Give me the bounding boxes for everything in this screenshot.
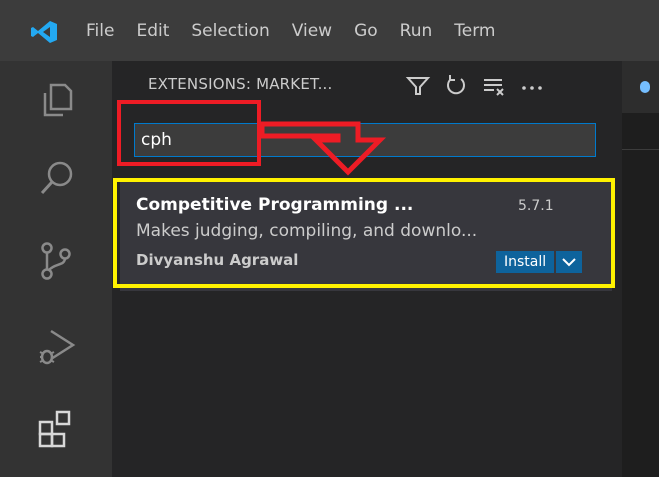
editor-area bbox=[622, 61, 659, 477]
sidebar-actions bbox=[404, 72, 556, 100]
menu-bar: File Edit Selection View Go Run Term bbox=[86, 0, 517, 61]
more-actions-icon[interactable] bbox=[518, 72, 546, 100]
annotation-yellow-box bbox=[113, 178, 615, 288]
annotation-arrow bbox=[260, 121, 387, 176]
extensions-icon[interactable] bbox=[35, 407, 79, 451]
menu-selection[interactable]: Selection bbox=[191, 21, 269, 41]
filter-icon[interactable] bbox=[404, 72, 432, 100]
tab-file-icon bbox=[640, 81, 650, 93]
activity-bar bbox=[0, 61, 112, 477]
explorer-icon[interactable] bbox=[35, 77, 79, 121]
editor-tab[interactable] bbox=[622, 61, 659, 113]
menu-edit[interactable]: Edit bbox=[136, 21, 169, 41]
run-debug-icon[interactable] bbox=[35, 325, 79, 369]
refresh-icon[interactable] bbox=[442, 72, 470, 100]
menu-file[interactable]: File bbox=[86, 21, 114, 41]
editor-divider bbox=[622, 149, 659, 150]
vscode-logo-icon bbox=[31, 21, 57, 43]
menu-run[interactable]: Run bbox=[400, 21, 433, 41]
annotation-red-box bbox=[117, 100, 261, 166]
clear-results-icon[interactable] bbox=[480, 72, 508, 100]
menu-terminal[interactable]: Term bbox=[454, 21, 495, 41]
menu-view[interactable]: View bbox=[292, 21, 332, 41]
sidebar-title: EXTENSIONS: MARKET... bbox=[148, 75, 333, 93]
title-bar: File Edit Selection View Go Run Term bbox=[0, 0, 659, 61]
search-icon[interactable] bbox=[35, 157, 79, 201]
source-control-icon[interactable] bbox=[35, 239, 79, 283]
menu-go[interactable]: Go bbox=[354, 21, 378, 41]
